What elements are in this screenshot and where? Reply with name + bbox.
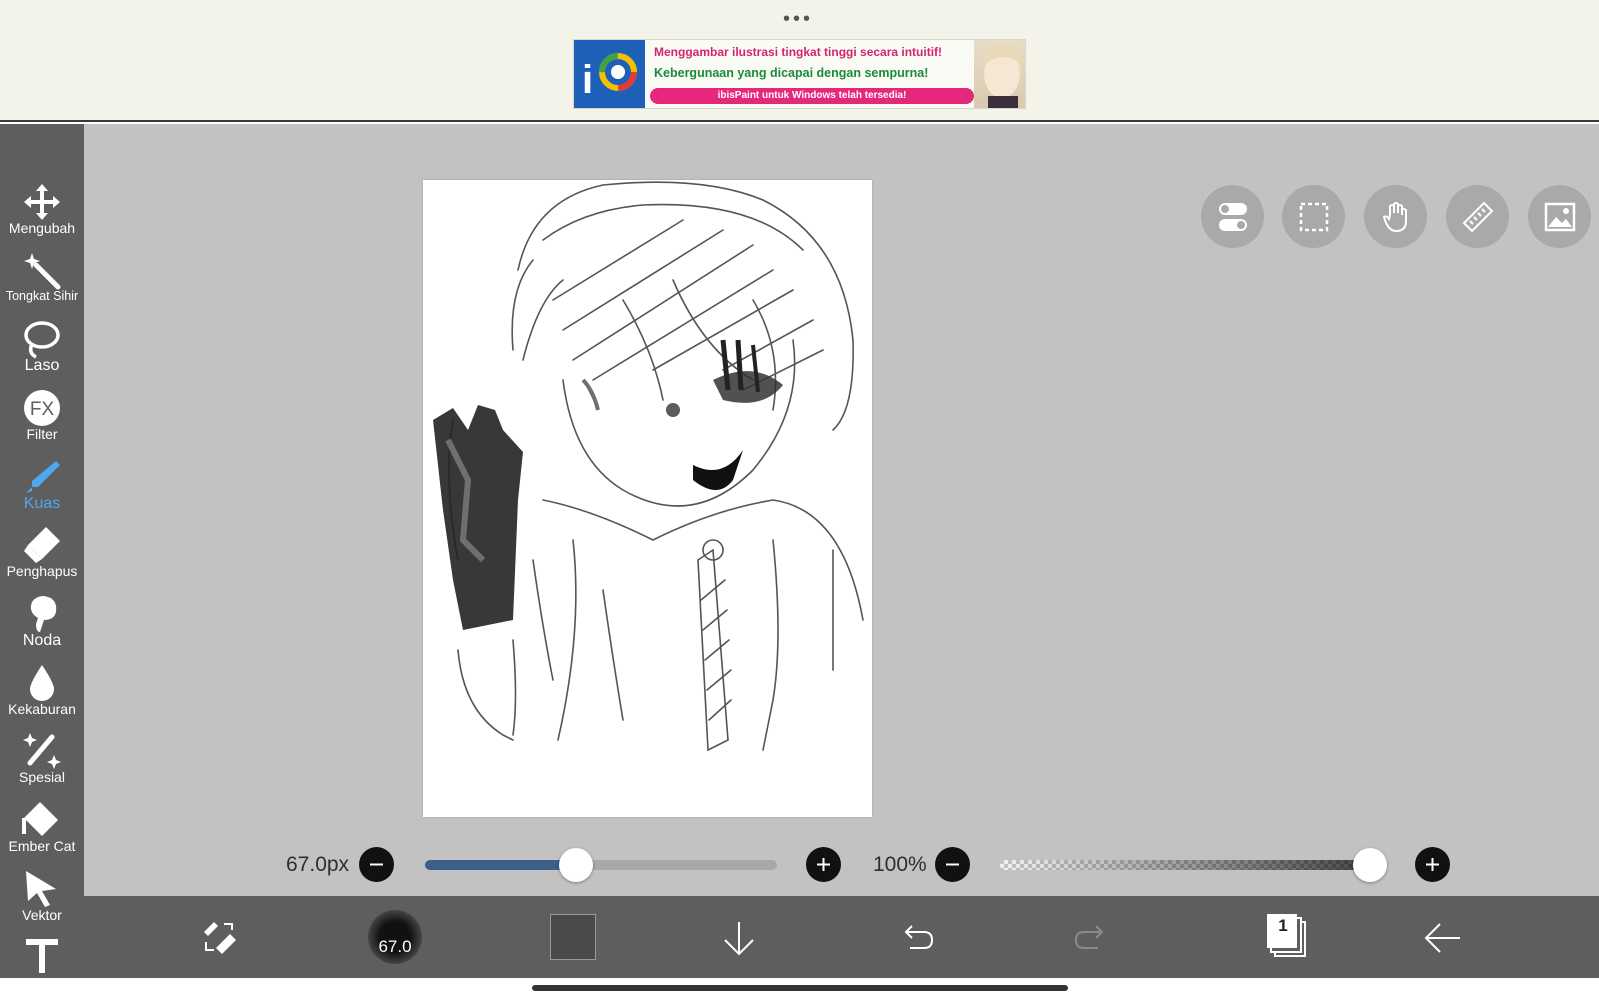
drawing-canvas[interactable] xyxy=(423,180,872,817)
color-wheel-icon xyxy=(599,53,637,91)
brush-size-preview[interactable]: 67.0 xyxy=(368,910,422,964)
redo-button[interactable] xyxy=(1064,910,1120,966)
brush-icon xyxy=(26,461,60,493)
image-icon xyxy=(1544,202,1576,232)
ruler-button[interactable] xyxy=(1446,185,1509,248)
paint-bucket-icon xyxy=(22,802,58,836)
magic-wand-icon xyxy=(24,253,61,290)
ad-banner[interactable]: i Menggambar ilustrasi tingkat tinggi se… xyxy=(573,39,1026,109)
hand-tool-button[interactable] xyxy=(1364,185,1427,248)
move-icon xyxy=(24,184,60,220)
blur-drop-icon xyxy=(30,665,54,701)
layers-button[interactable]: 1 xyxy=(1265,912,1309,960)
tool-spesial[interactable]: Spesial xyxy=(0,727,84,793)
top-ad-bar: ••• i Menggambar ilustrasi tingkat tingg… xyxy=(0,0,1599,122)
ibispaint-logo: i xyxy=(574,40,645,108)
tool-label: Mengubah xyxy=(8,220,76,236)
tool-label: Tongkat Sihir xyxy=(5,289,79,303)
toggle-panel-button[interactable] xyxy=(1201,185,1264,248)
tool-label: Noda xyxy=(22,632,62,649)
undo-button[interactable] xyxy=(888,910,944,966)
ad-subline: Kebergunaan yang dicapai dengan sempurna… xyxy=(654,66,929,80)
brush-eraser-swap-button[interactable] xyxy=(192,910,248,966)
dotted-selection-icon xyxy=(1299,202,1329,232)
brush-eraser-swap-icon xyxy=(204,922,236,954)
tool-label: Laso xyxy=(24,357,60,374)
opacity-decrease-button[interactable] xyxy=(935,847,970,882)
reference-image-button[interactable] xyxy=(1528,185,1591,248)
tool-mengubah[interactable]: Mengubah xyxy=(0,178,84,244)
opacity-value: 100% xyxy=(873,853,927,876)
tool-text[interactable] xyxy=(0,931,84,978)
home-indicator xyxy=(532,985,1068,991)
eraser-icon xyxy=(24,527,60,563)
bottom-toolbar: 67.0 1 xyxy=(84,896,1599,978)
tool-tongkat-sihir[interactable]: Tongkat Sihir xyxy=(0,247,84,313)
brush-size-slider[interactable] xyxy=(425,860,777,870)
brush-size-fill xyxy=(425,860,577,870)
size-increase-button[interactable] xyxy=(806,847,841,882)
layer-count: 1 xyxy=(1278,916,1288,935)
hand-icon xyxy=(1382,202,1407,233)
fx-icon: FX xyxy=(24,390,60,426)
tool-label: Spesial xyxy=(19,769,65,785)
tool-sidebar: Mengubah Tongkat Sihir Laso FX Filter Ku… xyxy=(0,124,84,978)
tool-kuas[interactable]: Kuas xyxy=(0,453,84,519)
download-button[interactable] xyxy=(711,910,767,966)
sketch-drawing xyxy=(433,181,864,752)
tool-vektor[interactable]: Vektor xyxy=(0,865,84,931)
text-icon xyxy=(26,939,58,973)
tool-label: Kuas xyxy=(23,495,61,512)
tool-penghapus[interactable]: Penghapus xyxy=(0,521,84,587)
ad-headline: Menggambar ilustrasi tingkat tinggi seca… xyxy=(654,45,943,59)
current-color-swatch[interactable] xyxy=(550,914,596,960)
opacity-slider[interactable] xyxy=(1000,860,1382,870)
lasso-icon xyxy=(24,321,60,359)
tool-label: Ember Cat xyxy=(8,838,76,854)
tool-filter[interactable]: FX Filter xyxy=(0,384,84,450)
tool-label: Filter xyxy=(26,426,58,442)
tool-label: Vektor xyxy=(22,907,62,923)
ad-character-image xyxy=(974,40,1025,108)
redo-icon xyxy=(1074,925,1104,949)
tool-label: Kekaburan xyxy=(8,701,76,717)
arrow-left-icon xyxy=(1424,923,1460,953)
svg-text:FX: FX xyxy=(30,399,55,420)
ad-cta: ibisPaint untuk Windows telah tersedia! xyxy=(650,88,974,104)
smudge-icon xyxy=(30,596,57,632)
tool-label: Penghapus xyxy=(6,563,78,579)
brush-size-preview-value: 67.0 xyxy=(378,937,412,956)
minus-icon xyxy=(370,863,383,866)
tool-laso[interactable]: Laso xyxy=(0,315,84,381)
size-decrease-button[interactable] xyxy=(359,847,394,882)
tool-noda[interactable]: Noda xyxy=(0,590,84,656)
plus-icon xyxy=(817,858,830,871)
selection-button[interactable] xyxy=(1282,185,1345,248)
toggle-switch-icon xyxy=(1219,203,1247,231)
undo-icon xyxy=(904,925,934,949)
brush-size-value: 67.0px xyxy=(286,853,350,876)
tool-kekaburan[interactable]: Kekaburan xyxy=(0,659,84,725)
special-wand-icon xyxy=(23,733,61,769)
tool-ember-cat[interactable]: Ember Cat xyxy=(0,796,84,862)
ruler-icon xyxy=(1462,201,1494,233)
vector-arrow-icon xyxy=(26,871,56,907)
arrow-down-icon xyxy=(724,922,754,956)
minus-icon xyxy=(946,863,959,866)
plus-icon xyxy=(1426,858,1439,871)
more-dots-icon[interactable]: ••• xyxy=(783,9,813,29)
opacity-thumb[interactable] xyxy=(1353,848,1387,882)
opacity-increase-button[interactable] xyxy=(1415,847,1450,882)
back-button[interactable] xyxy=(1414,910,1470,966)
